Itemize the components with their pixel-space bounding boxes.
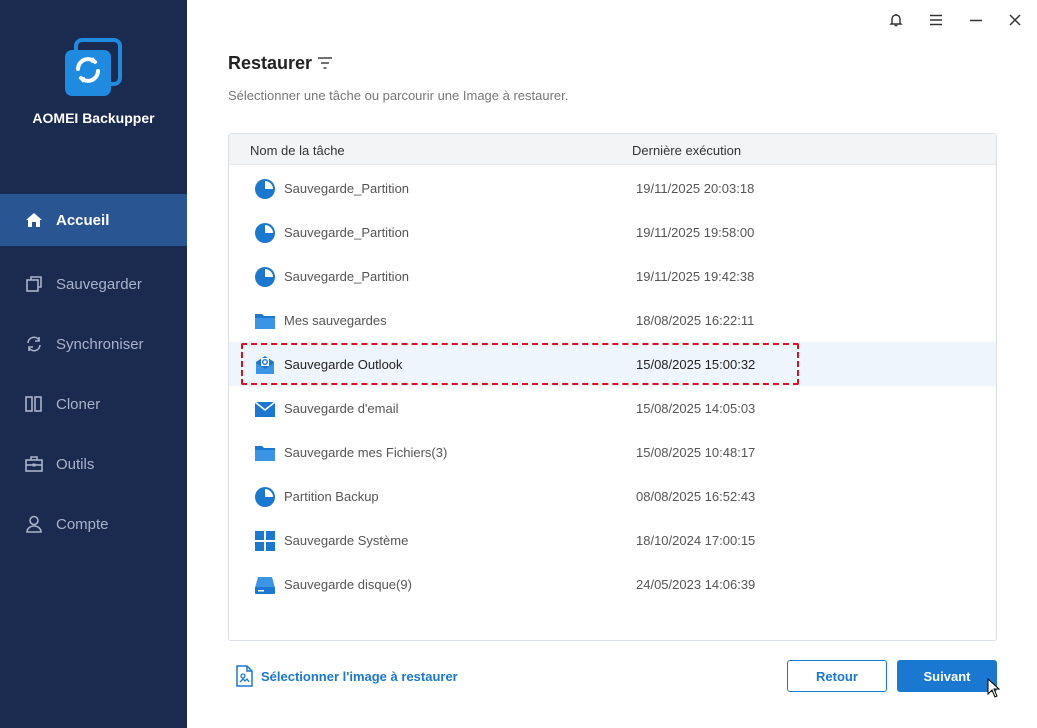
toolbox-icon	[24, 454, 44, 474]
task-name: Mes sauvegardes	[284, 313, 387, 328]
sidebar-item-label: Compte	[56, 515, 109, 533]
menu-icon[interactable]	[925, 10, 947, 30]
sidebar-item-compte[interactable]: Compte	[0, 494, 187, 554]
task-name: Sauvegarde mes Fichiers(3)	[284, 445, 448, 460]
user-icon	[24, 514, 44, 534]
table-row[interactable]: Sauvegarde d'email 15/08/2025 14:05:03	[229, 386, 996, 430]
task-table: Nom de la tâche Dernière exécution Sauve…	[228, 133, 997, 641]
partition-icon	[254, 222, 276, 244]
mouse-cursor-icon	[987, 677, 1001, 698]
sidebar-item-sauvegarder[interactable]: Sauvegarder	[0, 254, 187, 314]
sidebar-item-label: Outils	[56, 455, 95, 473]
bell-icon[interactable]	[885, 10, 907, 30]
task-date: 08/08/2025 16:52:43	[636, 489, 756, 504]
next-button[interactable]: Suivant	[897, 660, 997, 692]
task-date: 19/11/2025 19:58:00	[636, 225, 755, 240]
sidebar-item-synchroniser[interactable]: Synchroniser	[0, 314, 187, 374]
disk-icon	[254, 574, 276, 596]
page-title: Restaurer	[228, 53, 313, 73]
task-date: 19/11/2025 20:03:18	[636, 181, 755, 196]
sidebar-item-outils[interactable]: Outils	[0, 434, 187, 494]
column-header-name: Nom de la tâche	[250, 143, 345, 158]
column-header-date: Dernière exécution	[632, 143, 742, 158]
page-subtitle: Sélectionner une tâche ou parcourir une …	[228, 88, 569, 103]
table-row[interactable]: Sauvegarde Système 18/10/2024 17:00:15	[229, 518, 996, 562]
sidebar-nav: Accueil Sauvegarder Synchroniser Cloner …	[0, 194, 187, 554]
aomei-logo-icon	[62, 38, 124, 100]
sidebar-item-label: Cloner	[56, 395, 101, 413]
folder-icon	[254, 442, 276, 464]
sidebar-item-label: Synchroniser	[56, 335, 144, 353]
home-icon	[24, 210, 44, 230]
task-date: 24/05/2023 14:06:39	[636, 577, 756, 592]
table-row[interactable]: Sauvegarde mes Fichiers(3) 15/08/2025 10…	[229, 430, 996, 474]
task-name: Partition Backup	[284, 489, 379, 504]
task-name: Sauvegarde Outlook	[284, 357, 403, 372]
clone-icon	[24, 394, 44, 414]
task-date: 18/10/2024 17:00:15	[636, 533, 756, 548]
table-row[interactable]: Sauvegarde_Partition 19/11/2025 20:03:18	[229, 166, 996, 210]
task-date: 15/08/2025 10:48:17	[636, 445, 756, 460]
task-name: Sauvegarde_Partition	[284, 269, 410, 284]
close-icon[interactable]	[1004, 10, 1026, 30]
sidebar-item-accueil[interactable]: Accueil	[0, 194, 187, 246]
back-button[interactable]: Retour	[787, 660, 887, 692]
folder-icon	[254, 310, 276, 332]
sync-icon	[24, 334, 44, 354]
image-file-icon	[236, 665, 253, 687]
sidebar: AOMEI Backupper Accueil Sauvegarder Sync…	[0, 0, 187, 728]
outlook-icon	[254, 354, 276, 376]
task-name: Sauvegarde d'email	[284, 401, 399, 416]
backup-icon	[24, 274, 44, 294]
select-image-link[interactable]: Sélectionner l'image à restaurer	[234, 665, 458, 687]
email-icon	[254, 398, 276, 420]
table-header: Nom de la tâche Dernière exécution	[229, 134, 996, 165]
task-date: 15/08/2025 14:05:03	[636, 401, 756, 416]
app-title: AOMEI Backupper	[32, 110, 155, 126]
task-date: 15/08/2025 15:00:32	[636, 357, 756, 372]
partition-icon	[254, 486, 276, 508]
partition-icon	[254, 266, 276, 288]
sidebar-item-label: Sauvegarder	[56, 275, 142, 293]
table-row[interactable]: Partition Backup 08/08/2025 16:52:43	[229, 474, 996, 518]
table-row[interactable]: Sauvegarde_Partition 19/11/2025 19:42:38	[229, 254, 996, 298]
task-name: Sauvegarde disque(9)	[284, 577, 412, 592]
minimize-icon[interactable]	[965, 10, 987, 30]
windows-icon	[254, 530, 276, 552]
task-name: Sauvegarde_Partition	[284, 181, 410, 196]
task-name: Sauvegarde Système	[284, 533, 409, 548]
table-row[interactable]: Mes sauvegardes 18/08/2025 16:22:11	[229, 298, 996, 342]
filter-icon[interactable]	[317, 56, 333, 70]
table-row[interactable]: Sauvegarde_Partition 19/11/2025 19:58:00	[229, 210, 996, 254]
partition-icon	[254, 178, 276, 200]
select-image-label: Sélectionner l'image à restaurer	[261, 668, 458, 684]
task-date: 19/11/2025 19:42:38	[636, 269, 755, 284]
task-date: 18/08/2025 16:22:11	[636, 313, 755, 328]
sidebar-item-label: Accueil	[56, 211, 110, 229]
task-name: Sauvegarde_Partition	[284, 225, 410, 240]
sidebar-item-cloner[interactable]: Cloner	[0, 374, 187, 434]
table-row[interactable]: Sauvegarde disque(9) 24/05/2023 14:06:39	[229, 562, 996, 606]
table-row-selected[interactable]: Sauvegarde Outlook 15/08/2025 15:00:32	[229, 342, 996, 386]
